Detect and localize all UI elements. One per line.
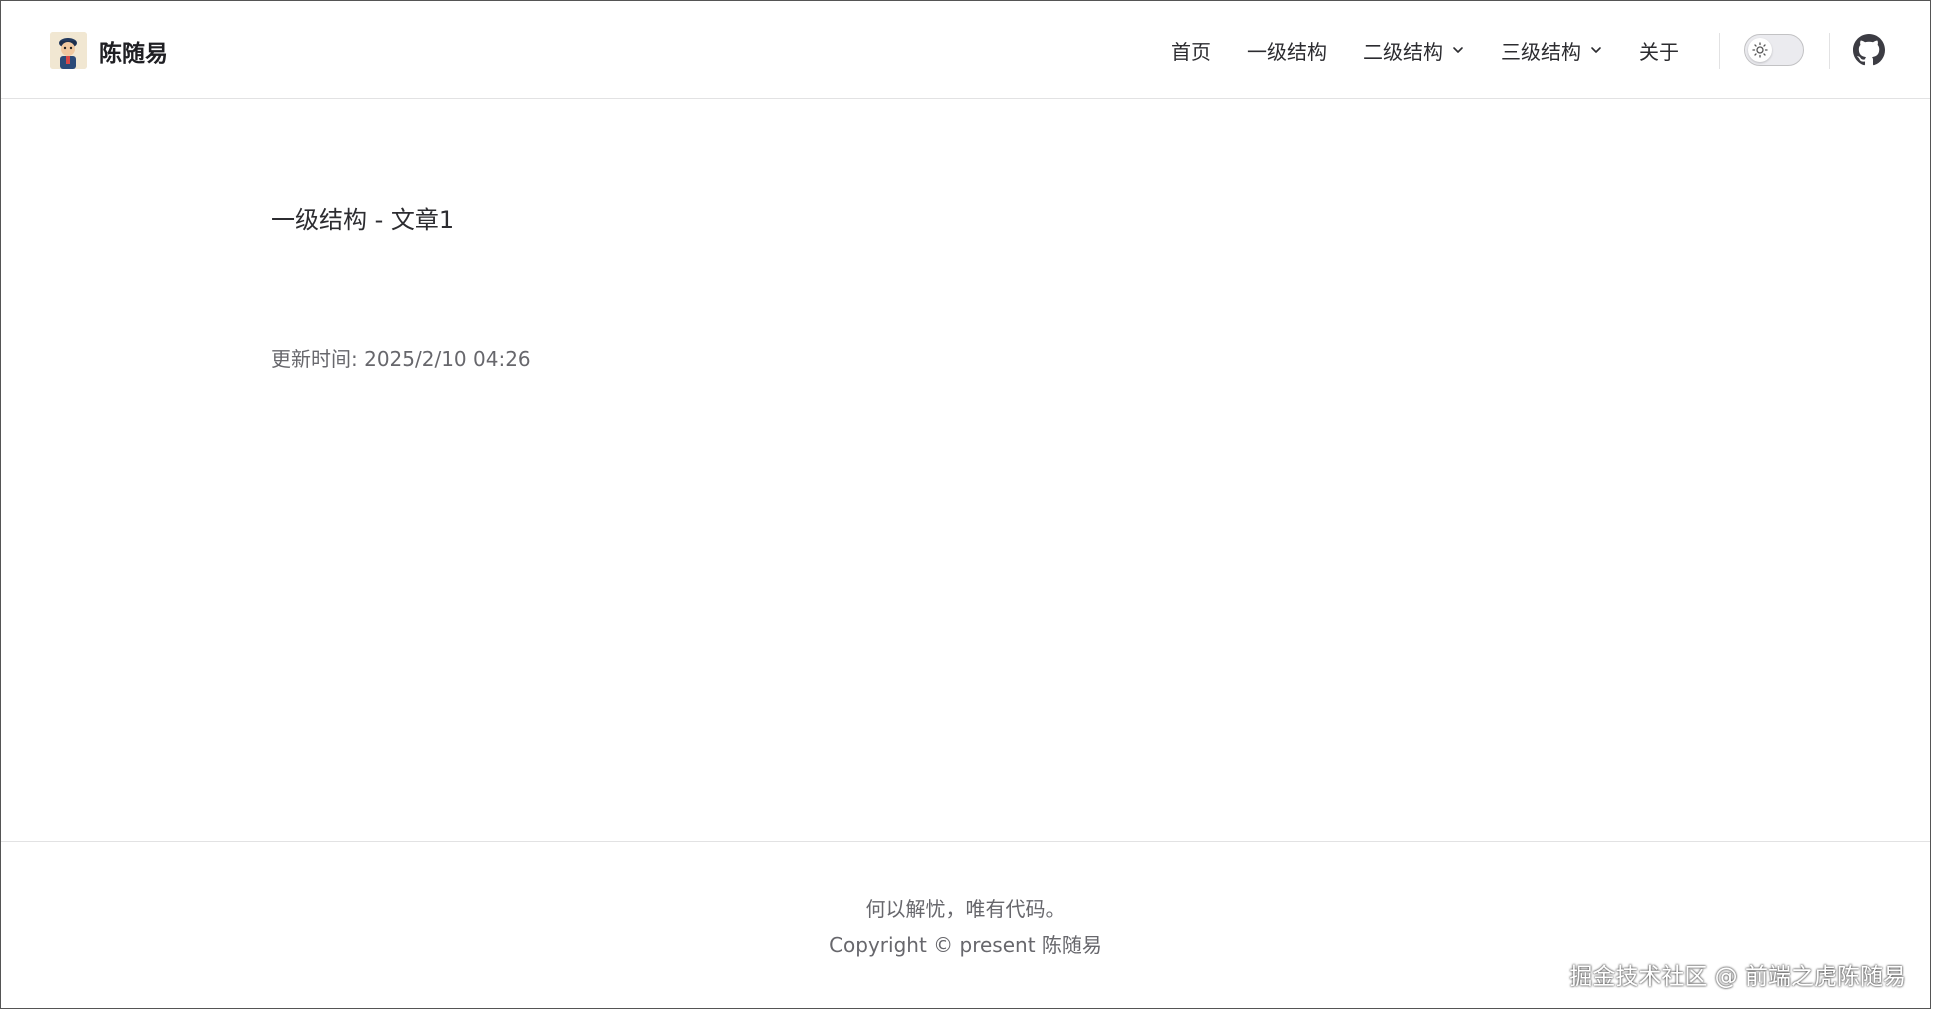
chevron-down-icon	[1591, 47, 1601, 53]
site-title: 陈随易	[99, 40, 168, 67]
footer-copyright: Copyright © present 陈随易	[829, 933, 1102, 957]
last-updated-value: 2025/2/10 04:26	[364, 347, 531, 371]
nav-item-label: 一级结构	[1247, 39, 1327, 64]
toggle-knob	[1748, 38, 1772, 62]
nav-item-level-2[interactable]: 二级结构	[1345, 36, 1483, 65]
browser-frame: 陈随易 首页 一级结构 二级结构 三级结构 关于 一级结构 - 文章1 更新时间…	[0, 0, 1931, 1009]
nav-item-label: 首页	[1171, 39, 1211, 64]
nav-divider	[1829, 33, 1830, 69]
footer-message: 何以解忧，唯有代码。	[865, 897, 1066, 921]
site-brand[interactable]: 陈随易	[50, 32, 168, 69]
main-nav: 首页 一级结构 二级结构 三级结构 关于	[1153, 1, 1697, 99]
github-icon	[1853, 34, 1885, 66]
nav-item-level-1[interactable]: 一级结构	[1229, 36, 1345, 65]
top-navbar: 陈随易 首页 一级结构 二级结构 三级结构 关于	[1, 1, 1930, 99]
nav-item-label: 三级结构	[1501, 39, 1581, 64]
theme-toggle[interactable]	[1744, 34, 1804, 66]
watermark-text: 掘金技术社区 @ 前端之虎陈随易	[1569, 964, 1906, 990]
chevron-down-icon	[1453, 47, 1463, 53]
page-title: 一级结构 - 文章1	[271, 206, 455, 234]
nav-item-about[interactable]: 关于	[1621, 36, 1697, 65]
nav-item-label: 二级结构	[1363, 39, 1443, 64]
nav-item-home[interactable]: 首页	[1153, 36, 1229, 65]
last-updated-label: 更新时间:	[271, 347, 365, 371]
nav-divider	[1719, 33, 1720, 69]
nav-item-level-3[interactable]: 三级结构	[1483, 36, 1621, 65]
github-link[interactable]	[1853, 34, 1885, 66]
sun-icon	[1752, 42, 1768, 58]
nav-item-label: 关于	[1639, 39, 1679, 64]
avatar-logo	[50, 32, 87, 69]
last-updated: 更新时间: 2025/2/10 04:26	[271, 343, 531, 372]
